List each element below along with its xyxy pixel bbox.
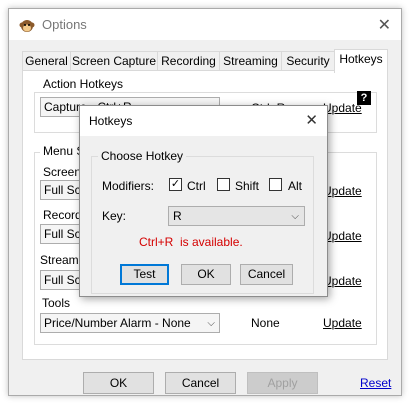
key-select[interactable]: R ⌵ — [168, 206, 305, 226]
chevron-down-icon: ⌵ — [207, 318, 215, 329]
screen-update-link[interactable]: Update — [323, 184, 362, 198]
title-bar: Options ✕ — [9, 9, 401, 40]
dialog-cancel-button[interactable]: Cancel — [240, 264, 293, 285]
record-label: Record — [43, 208, 82, 222]
stream-label: Stream — [40, 253, 79, 267]
apply-button[interactable]: Apply — [247, 372, 318, 394]
shift-checkbox-label: Shift — [235, 179, 260, 193]
alt-checkbox-label: Alt — [288, 179, 303, 193]
tab-general[interactable]: General — [22, 51, 71, 71]
tools-label: Tools — [42, 296, 71, 310]
action-hotkeys-label: Action Hotkeys — [40, 77, 127, 91]
tab-recording[interactable]: Recording — [157, 51, 220, 71]
tab-streaming[interactable]: Streaming — [219, 51, 282, 71]
cancel-button[interactable]: Cancel — [165, 372, 236, 394]
dialog-ok-button[interactable]: OK — [181, 264, 231, 285]
tools-hotkey-select[interactable]: Price/Number Alarm - None ⌵ — [40, 313, 220, 333]
ctrl-checkbox-label: Ctrl — [187, 179, 206, 193]
dialog-title: Hotkeys — [89, 114, 133, 128]
tab-security[interactable]: Security — [281, 51, 335, 71]
record-update-link[interactable]: Update — [323, 229, 362, 243]
tab-screen-capture[interactable]: Screen Capture — [70, 51, 158, 71]
stream-update-link[interactable]: Update — [323, 274, 362, 288]
capture-update-link[interactable]: Update — [323, 101, 362, 115]
tab-hotkeys[interactable]: Hotkeys — [334, 49, 388, 73]
test-button[interactable]: Test — [120, 264, 169, 285]
status-message: is available. — [180, 235, 243, 249]
ctrl-checkbox[interactable]: ✓ — [169, 178, 182, 191]
shift-checkbox[interactable] — [217, 178, 230, 191]
close-icon[interactable]: ✕ — [378, 15, 391, 35]
key-label: Key: — [102, 209, 127, 223]
monkey-app-icon — [19, 20, 35, 32]
ok-button[interactable]: OK — [83, 372, 154, 394]
alt-checkbox[interactable] — [269, 178, 282, 191]
status-hotkey: Ctrl+R — [139, 235, 174, 249]
dialog-title-bar: Hotkeys ✕ — [80, 106, 327, 136]
screen-label: Screen — [43, 165, 82, 179]
tools-hotkey-value: None — [251, 316, 280, 330]
reset-link[interactable]: Reset — [360, 376, 391, 390]
window-title: Options — [42, 17, 87, 32]
close-icon[interactable]: ✕ — [305, 111, 318, 129]
chevron-down-icon: ⌵ — [291, 211, 299, 222]
hotkeys-dialog: Hotkeys ✕ Choose Hotkey Modifiers: ✓ Ctr… — [79, 105, 328, 297]
choose-hotkey-label: Choose Hotkey — [98, 149, 187, 163]
tools-update-link[interactable]: Update — [323, 316, 362, 330]
modifiers-label: Modifiers: — [102, 179, 155, 193]
